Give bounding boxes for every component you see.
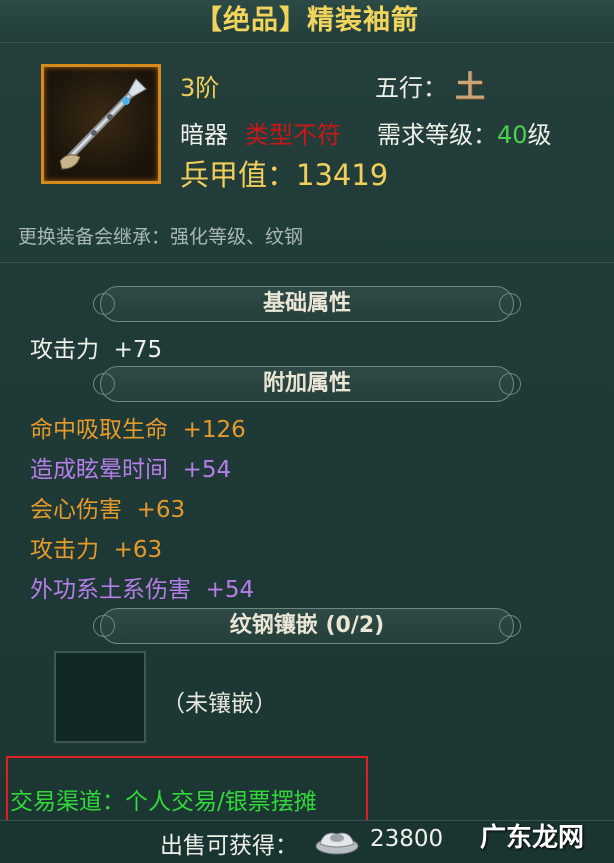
sell-label: 出售可获得： bbox=[160, 833, 298, 859]
type-mismatch-warning: 类型不符 bbox=[245, 121, 341, 149]
wuxing-label: 五行： bbox=[375, 74, 447, 102]
sell-value: 23800 bbox=[370, 826, 444, 852]
extra-attr-stun-time: 造成眩晕时间 +54 bbox=[30, 457, 232, 483]
item-title: 【绝品】精装袖箭 bbox=[0, 0, 614, 43]
item-type: 暗器 bbox=[180, 121, 228, 149]
inherit-note: 更换装备会继承：强化等级、纹钢 bbox=[18, 226, 304, 248]
armor-value: 兵甲值：13419 bbox=[180, 158, 389, 192]
extra-attr-lifesteal: 命中吸取生命 +126 bbox=[30, 417, 246, 443]
required-level-label: 需求等级： bbox=[377, 121, 497, 149]
socket-empty-label: （未镶嵌） bbox=[162, 691, 277, 717]
silver-ingot-icon bbox=[315, 832, 359, 855]
socket-slot[interactable] bbox=[54, 651, 146, 743]
extra-attr-earth-damage: 外功系土系伤害 +54 bbox=[30, 577, 255, 603]
section-socket: 纹钢镶嵌 (0/2) bbox=[93, 608, 521, 644]
required-level-value: 40 bbox=[497, 121, 528, 149]
section-extra-attributes: 附加属性 bbox=[93, 366, 521, 402]
required-level: 需求等级：40级 bbox=[377, 115, 552, 150]
required-level-unit: 级 bbox=[527, 121, 552, 149]
basic-attr-attack: 攻击力 +75 bbox=[30, 337, 163, 363]
extra-attr-crit-damage: 会心伤害 +63 bbox=[30, 497, 186, 523]
extra-attr-attack: 攻击力 +63 bbox=[30, 537, 163, 563]
item-icon-frame bbox=[41, 64, 161, 184]
sleeve-arrow-icon bbox=[59, 78, 147, 170]
item-tooltip-panel: 【绝品】精装袖箭 3阶 五行： 土 暗器 类型不符 需求等级：40级 兵甲值：1… bbox=[0, 0, 614, 863]
item-tier: 3阶 bbox=[180, 74, 220, 102]
divider bbox=[0, 262, 614, 263]
watermark: 广东龙网 bbox=[480, 823, 585, 853]
trade-channel: 交易渠道：个人交易/银票摆摊 bbox=[10, 789, 317, 815]
section-basic-attributes: 基础属性 bbox=[93, 286, 521, 322]
wuxing-earth-icon: 土 bbox=[455, 70, 485, 105]
